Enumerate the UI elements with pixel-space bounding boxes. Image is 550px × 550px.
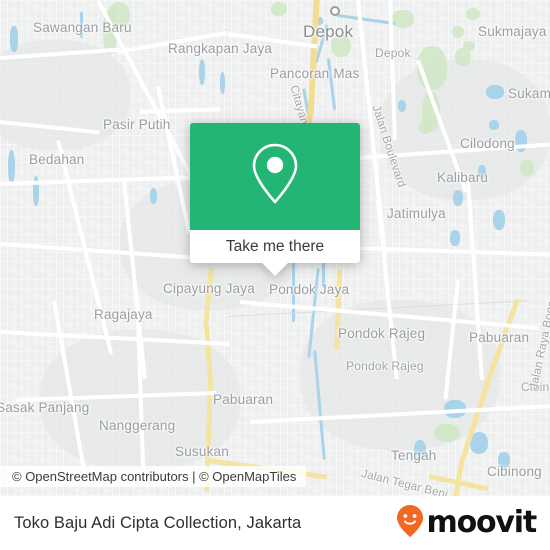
attribution-text: © OpenStreetMap contributors | © OpenMap…: [12, 469, 297, 484]
moovit-wordmark: moovit: [426, 505, 538, 540]
map-water: [150, 188, 157, 204]
map-park-area: [463, 41, 475, 51]
map-park-area: [434, 424, 460, 442]
map-water: [450, 230, 460, 246]
map-attribution[interactable]: © OpenStreetMap contributors | © OpenMap…: [0, 466, 307, 487]
map-pin-icon: [248, 141, 302, 212]
footer-bar: Toko Baju Adi Cipta Collection, Jakarta …: [0, 496, 550, 550]
map-water: [493, 210, 505, 230]
map-water: [414, 440, 426, 460]
map-water: [498, 452, 510, 468]
map-water: [486, 85, 504, 99]
map-park-area: [466, 8, 480, 20]
map-park-area: [392, 10, 414, 28]
map-water: [199, 59, 205, 85]
map-water: [478, 165, 486, 179]
take-me-there-button[interactable]: Take me there: [190, 230, 360, 263]
map-blotch: [380, 60, 550, 200]
map-water: [398, 100, 406, 112]
map-river: [80, 12, 83, 38]
map-water: [220, 72, 225, 94]
map-water: [489, 120, 499, 130]
map-park-area: [520, 160, 534, 176]
popup-image-area: [190, 123, 360, 230]
map-water: [453, 190, 463, 206]
take-me-there-label: Take me there: [225, 237, 325, 255]
popup-pointer: [261, 262, 289, 276]
map-water: [8, 150, 15, 184]
map-screenshot: Sawangan Baru Rangkapan Jaya Depok Sukmajay…: [0, 0, 550, 550]
map-water: [10, 26, 18, 52]
map-park-area: [331, 35, 351, 57]
city-marker-depok: [330, 6, 340, 16]
map-park-area: [419, 120, 431, 134]
moovit-logo[interactable]: moovit: [395, 504, 538, 543]
map-canvas[interactable]: Sawangan Baru Rangkapan Jaya Depok Sukmajay…: [0, 0, 550, 496]
map-park-area: [271, 2, 287, 16]
map-park-area: [452, 26, 464, 38]
moovit-pin-icon: [395, 504, 425, 543]
location-popup-card[interactable]: Take me there: [190, 123, 360, 276]
page-title: Toko Baju Adi Cipta Collection, Jakarta: [14, 513, 302, 532]
